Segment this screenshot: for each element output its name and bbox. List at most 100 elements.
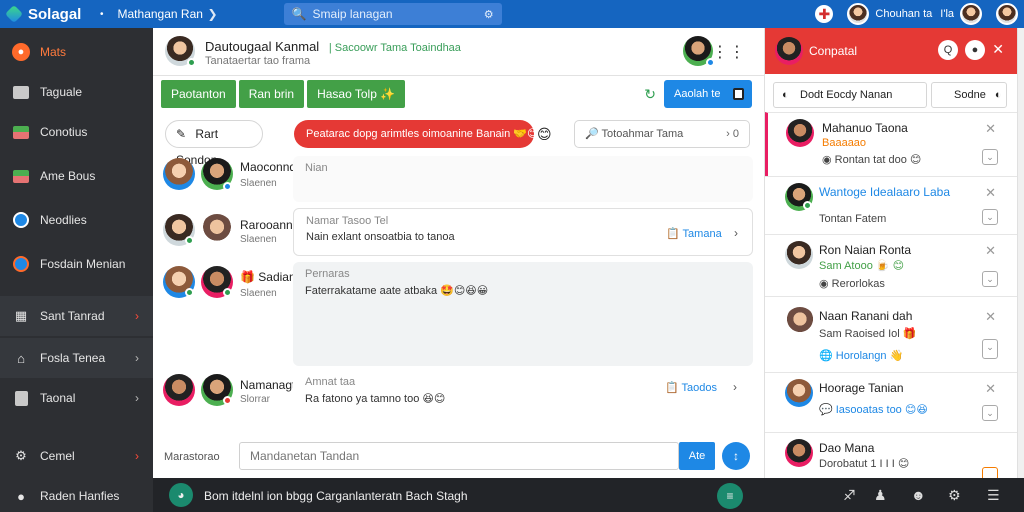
sidebar-item-taonal[interactable]: Taonal › xyxy=(0,378,153,418)
search-input[interactable]: Smaip lanagan xyxy=(313,7,393,21)
square-icon xyxy=(733,88,744,100)
status-indicator xyxy=(223,182,232,191)
sidebar-item-mats[interactable]: ● Mats xyxy=(0,32,153,72)
scroll-icon[interactable]: ↕ xyxy=(722,442,750,470)
sidebar-item-cemel[interactable]: ⚙ Cemel › xyxy=(0,436,153,476)
sidebar-item-conotius[interactable]: Conotius xyxy=(0,112,153,152)
close-icon[interactable]: ✕ xyxy=(985,185,996,201)
action-button[interactable]: Aaolah te xyxy=(664,80,752,108)
online-indicator xyxy=(185,288,194,297)
close-icon[interactable]: ✕ xyxy=(992,41,1004,58)
chevron-right-icon[interactable]: › xyxy=(733,380,737,394)
contact-item[interactable]: Ron Naian Ronta Sam Atooo 🍺 😊 ◉ Rerorlok… xyxy=(765,234,1018,296)
close-icon[interactable]: ✕ xyxy=(985,309,996,325)
sidebar-item-label: Ame Bous xyxy=(40,169,96,183)
contact-name: Dao Mana xyxy=(819,441,875,455)
sort-button[interactable]: Sodne ◐ xyxy=(931,82,1007,108)
filter-field[interactable]: 🔎 Totoahmar Tama › 0 xyxy=(574,120,750,148)
sidebar-item-taguale[interactable]: Taguale xyxy=(0,72,153,112)
tab-hasao-tolp[interactable]: Hasao Tolp ✨ xyxy=(307,80,406,108)
checkbox-icon[interactable]: ⌄ xyxy=(982,149,998,165)
contact-item[interactable]: Hoorage Tanian 💬 Iasooatas too 😊😆 ✕ ⌄ xyxy=(765,372,1018,432)
user-icon[interactable]: ♟ xyxy=(874,487,887,504)
sidebar-item-label: Conotius xyxy=(40,125,88,139)
add-icon[interactable]: ✚ xyxy=(815,5,834,23)
close-icon[interactable]: ✕ xyxy=(985,381,996,397)
settings-icon[interactable]: ⚙ xyxy=(484,8,494,21)
chevron-right-icon[interactable]: › xyxy=(135,391,139,405)
avatar[interactable] xyxy=(201,214,233,246)
sidebar-item-sant-tanrad[interactable]: ▦ Sant Tanrad › xyxy=(0,296,153,336)
message-sender: Rarooann xyxy=(240,218,293,232)
send-button[interactable]: Ate xyxy=(679,442,715,470)
breadcrumb[interactable]: Mathangan Ran xyxy=(118,7,203,21)
user-icon[interactable]: ● xyxy=(965,40,985,60)
chevron-right-icon[interactable]: › xyxy=(135,351,139,365)
contact-item[interactable]: Naan Ranani dah Sam Raoised Iol 🎁 🌐 Horo… xyxy=(765,296,1018,372)
contacts-filter[interactable]: ◐ Dodt Eocdy Nanan xyxy=(773,82,927,108)
sidebar-item-ame-bous[interactable]: Ame Bous xyxy=(0,156,153,196)
profile-avatar[interactable] xyxy=(996,3,1018,25)
search-icon[interactable]: Q xyxy=(938,40,958,60)
sidebar-item-label: Taonal xyxy=(40,391,76,405)
chat-tabs: Paotanton Ran brin Hasao Tolp ✨ xyxy=(161,80,408,108)
checkbox-icon[interactable]: ⌄ xyxy=(982,405,998,421)
scrollbar[interactable] xyxy=(1017,28,1024,478)
emoji-icon[interactable]: ☻ xyxy=(911,487,926,503)
sidebar-item-raden-hanfies[interactable]: ● Raden Hanfies xyxy=(0,476,153,512)
sidebar-item-label: Mats xyxy=(40,45,67,59)
refresh-icon[interactable]: ↻ xyxy=(644,86,656,103)
sidebar-item-label: Neodlies xyxy=(40,213,87,227)
bottom-status-text: Bom itdelnl ion bbgg Carganlanteratn Bac… xyxy=(204,489,468,503)
chevron-right-icon[interactable]: › xyxy=(135,449,139,463)
checkbox-icon[interactable]: ⌄ xyxy=(982,271,998,287)
message-action-link[interactable]: 📋 Taodos xyxy=(665,381,717,394)
message-time: Slaenen xyxy=(240,234,277,245)
contact-name: Mahanuo Taona xyxy=(822,121,908,135)
chevron-right-icon[interactable]: ❯ xyxy=(208,7,218,21)
avatar xyxy=(785,241,813,269)
photo-icon xyxy=(12,167,30,185)
more-options-icon[interactable]: ⋮⋮ xyxy=(712,42,746,62)
tool-icon[interactable]: ♐ xyxy=(843,487,856,504)
edit-button[interactable]: ✎ Rart Sondon xyxy=(165,120,263,167)
contact-item[interactable]: Dao Mana Dorobatut 1 I I I 😊 xyxy=(765,432,1018,483)
message-heading: Namar Tasoo Tel xyxy=(306,215,389,227)
app-name: Solagal xyxy=(28,5,82,23)
app-logo[interactable]: Solagal xyxy=(4,4,102,24)
avatar[interactable] xyxy=(775,37,803,65)
online-indicator xyxy=(185,236,194,245)
sidebar-item-fosla-tenea[interactable]: ⌂ Fosla Tenea › xyxy=(0,338,153,378)
message-row: Maoconnd Slaenen Nian xyxy=(163,156,753,202)
message-time: Slaenen xyxy=(240,288,277,299)
contact-status: Sam Raoised Iol 🎁 xyxy=(819,328,917,340)
contact-status: Sam Atooo 🍺 😊 xyxy=(819,260,905,272)
avatar[interactable] xyxy=(847,3,870,25)
menu-icon[interactable]: ≡ xyxy=(717,483,743,509)
search-bar[interactable]: 🔍 Smaip lanagan ⚙ xyxy=(283,3,502,25)
sidebar-item-fosdain-menian[interactable]: Fosdain Menian xyxy=(0,244,153,284)
tab-paotanton[interactable]: Paotanton xyxy=(161,80,236,108)
checkbox-icon[interactable]: ⌄ xyxy=(982,339,998,359)
chevron-right-icon[interactable]: › xyxy=(135,309,139,323)
list-icon[interactable]: ☰ xyxy=(987,487,1000,504)
message-input[interactable] xyxy=(239,442,679,470)
avatar[interactable] xyxy=(960,3,982,25)
message-text: Nain exlant onsoatbia to tanoa xyxy=(306,231,455,243)
close-icon[interactable]: ✕ xyxy=(985,243,996,259)
alert-banner[interactable]: Peatarac dopg arimtles oimoanine Banain … xyxy=(294,120,538,148)
message-action-link[interactable]: 📋 Tamana xyxy=(666,227,722,240)
assistant-icon[interactable]: ◕ xyxy=(169,483,193,507)
contact-item[interactable]: Wantoge Idealaaro Laba Tontan Fatem ✕ ⌄ xyxy=(765,176,1018,234)
avatar[interactable] xyxy=(163,374,195,406)
sidebar-item-neodlies[interactable]: Neodlies xyxy=(0,200,153,240)
sidebar-item-label: Fosla Tenea xyxy=(40,351,106,365)
contact-item[interactable]: Mahanuo Taona Baaaaao ◉ Rontan tat doo 😊… xyxy=(765,112,1018,176)
user-name[interactable]: Chouhan ta xyxy=(875,8,932,20)
close-icon[interactable]: ✕ xyxy=(985,121,996,137)
avatar[interactable] xyxy=(163,158,195,190)
checkbox-icon[interactable]: ⌄ xyxy=(982,209,998,225)
settings-icon[interactable]: ⚙ xyxy=(948,487,961,504)
chevron-right-icon[interactable]: › xyxy=(734,226,738,240)
tab-ran-brin[interactable]: Ran brin xyxy=(238,80,305,108)
